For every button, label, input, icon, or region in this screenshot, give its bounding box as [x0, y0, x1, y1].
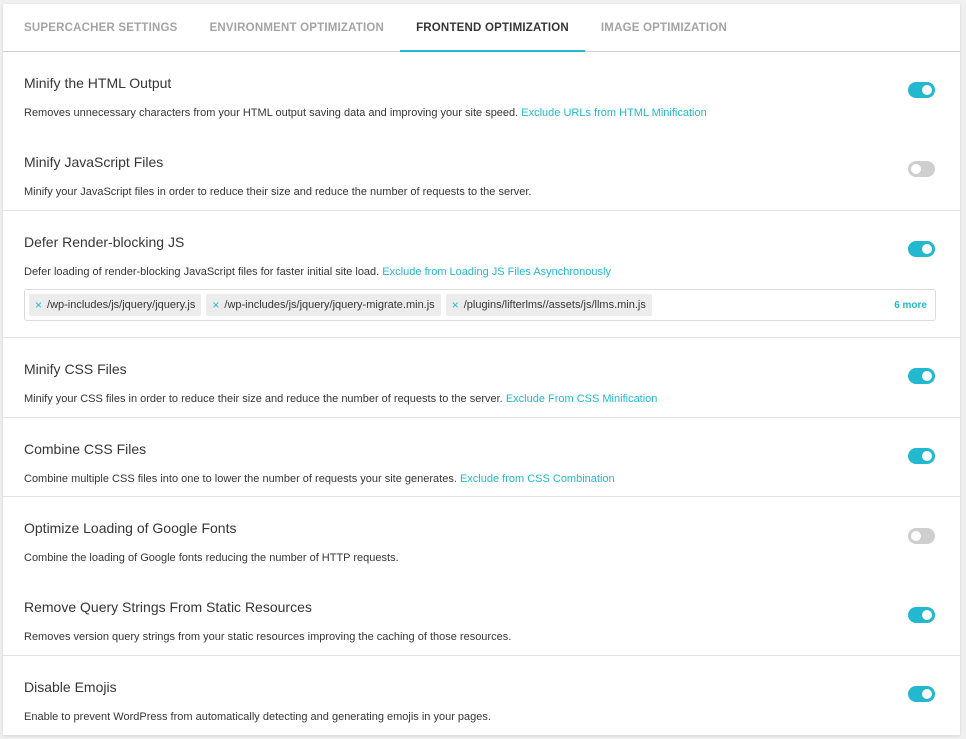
tab-bar: SUPERCACHER SETTINGS ENVIRONMENT OPTIMIZ… — [3, 4, 960, 52]
exclusion-tag: × /wp-includes/js/jquery/jquery-migrate.… — [206, 294, 441, 316]
setting-description: Combine the loading of Google fonts redu… — [24, 551, 399, 565]
setting-description: Defer loading of render-blocking JavaScr… — [24, 265, 611, 279]
exclusion-tag-label: /wp-includes/js/jquery/jquery.js — [47, 299, 196, 311]
setting-combine-css: Combine CSS Files Combine multiple CSS f… — [3, 418, 960, 497]
setting-description: Minify your JavaScript files in order to… — [24, 185, 531, 199]
minify-js-toggle[interactable] — [908, 161, 935, 177]
setting-disable-emojis: Disable Emojis Enable to prevent WordPre… — [3, 656, 960, 735]
exclusion-tag-label: /plugins/lifterlms//assets/js/llms.min.j… — [463, 299, 646, 311]
setting-minify-html: Minify the HTML Output Removes unnecessa… — [3, 52, 960, 131]
exclusion-tag: × /wp-includes/js/jquery/jquery.js — [29, 294, 202, 316]
setting-title: Combine CSS Files — [24, 441, 147, 457]
show-more-exclusions-link[interactable]: 6 more — [894, 300, 927, 311]
setting-description: Removes unnecessary characters from your… — [24, 106, 707, 120]
toggle-knob — [922, 451, 932, 461]
setting-remove-query-strings: Remove Query Strings From Static Resourc… — [3, 577, 960, 656]
combine-css-toggle[interactable] — [908, 448, 935, 464]
tab-environment-optimization[interactable]: ENVIRONMENT OPTIMIZATION — [194, 4, 401, 51]
toggle-knob — [922, 371, 932, 381]
remove-tag-icon[interactable]: × — [452, 299, 459, 311]
toggle-knob — [922, 610, 932, 620]
toggle-knob — [922, 689, 932, 699]
setting-description-text: Defer loading of render-blocking JavaScr… — [24, 266, 380, 278]
exclude-urls-html-minification-link[interactable]: Exclude URLs from HTML Minification — [521, 107, 706, 119]
setting-title: Minify JavaScript Files — [24, 154, 164, 170]
remove-tag-icon[interactable]: × — [212, 299, 219, 311]
settings-list: Minify the HTML Output Removes unnecessa… — [3, 52, 960, 735]
setting-minify-js: Minify JavaScript Files Minify your Java… — [3, 131, 960, 211]
tab-image-optimization[interactable]: IMAGE OPTIMIZATION — [585, 4, 743, 51]
minify-html-toggle[interactable] — [908, 82, 935, 98]
remove-tag-icon[interactable]: × — [35, 299, 42, 311]
setting-title: Defer Render-blocking JS — [24, 234, 185, 250]
setting-description-text: Combine the loading of Google fonts redu… — [24, 552, 399, 564]
toggle-knob — [922, 85, 932, 95]
setting-description: Enable to prevent WordPress from automat… — [24, 710, 491, 724]
setting-description: Removes version query strings from your … — [24, 630, 511, 644]
setting-title: Remove Query Strings From Static Resourc… — [24, 599, 312, 615]
exclude-css-minification-link[interactable]: Exclude From CSS Minification — [506, 393, 658, 405]
js-exclusions-input[interactable]: × /wp-includes/js/jquery/jquery.js × /wp… — [24, 289, 936, 321]
setting-title: Minify CSS Files — [24, 361, 127, 377]
setting-description: Combine multiple CSS files into one to l… — [24, 472, 615, 486]
setting-description-text: Combine multiple CSS files into one to l… — [24, 473, 457, 485]
setting-description-text: Removes unnecessary characters from your… — [24, 107, 519, 119]
setting-description: Minify your CSS files in order to reduce… — [24, 392, 657, 406]
tab-supercacher-settings[interactable]: SUPERCACHER SETTINGS — [8, 4, 194, 51]
toggle-knob — [922, 244, 932, 254]
setting-description-text: Enable to prevent WordPress from automat… — [24, 711, 491, 723]
setting-description-text: Minify your JavaScript files in order to… — [24, 186, 532, 198]
setting-title: Disable Emojis — [24, 679, 117, 695]
settings-panel: SUPERCACHER SETTINGS ENVIRONMENT OPTIMIZ… — [3, 4, 960, 735]
setting-description-text: Removes version query strings from your … — [24, 631, 512, 643]
exclude-css-combination-link[interactable]: Exclude from CSS Combination — [460, 473, 615, 485]
setting-description-text: Minify your CSS files in order to reduce… — [24, 393, 503, 405]
setting-title: Optimize Loading of Google Fonts — [24, 520, 237, 536]
google-fonts-toggle[interactable] — [908, 528, 935, 544]
exclusion-tag: × /plugins/lifterlms//assets/js/llms.min… — [445, 294, 652, 316]
minify-css-toggle[interactable] — [908, 368, 935, 384]
setting-google-fonts: Optimize Loading of Google Fonts Combine… — [3, 497, 960, 577]
exclude-js-async-link[interactable]: Exclude from Loading JS Files Asynchrono… — [382, 266, 611, 278]
disable-emojis-toggle[interactable] — [908, 686, 935, 702]
toggle-knob — [911, 164, 921, 174]
defer-js-toggle[interactable] — [908, 241, 935, 257]
query-strings-toggle[interactable] — [908, 607, 935, 623]
exclusion-tag-label: /wp-includes/js/jquery/jquery-migrate.mi… — [224, 299, 435, 311]
setting-title: Minify the HTML Output — [24, 75, 172, 91]
setting-minify-css: Minify CSS Files Minify your CSS files i… — [3, 338, 960, 418]
toggle-knob — [911, 531, 921, 541]
setting-defer-js: Defer Render-blocking JS Defer loading o… — [3, 211, 960, 338]
tab-frontend-optimization[interactable]: FRONTEND OPTIMIZATION — [400, 4, 585, 52]
